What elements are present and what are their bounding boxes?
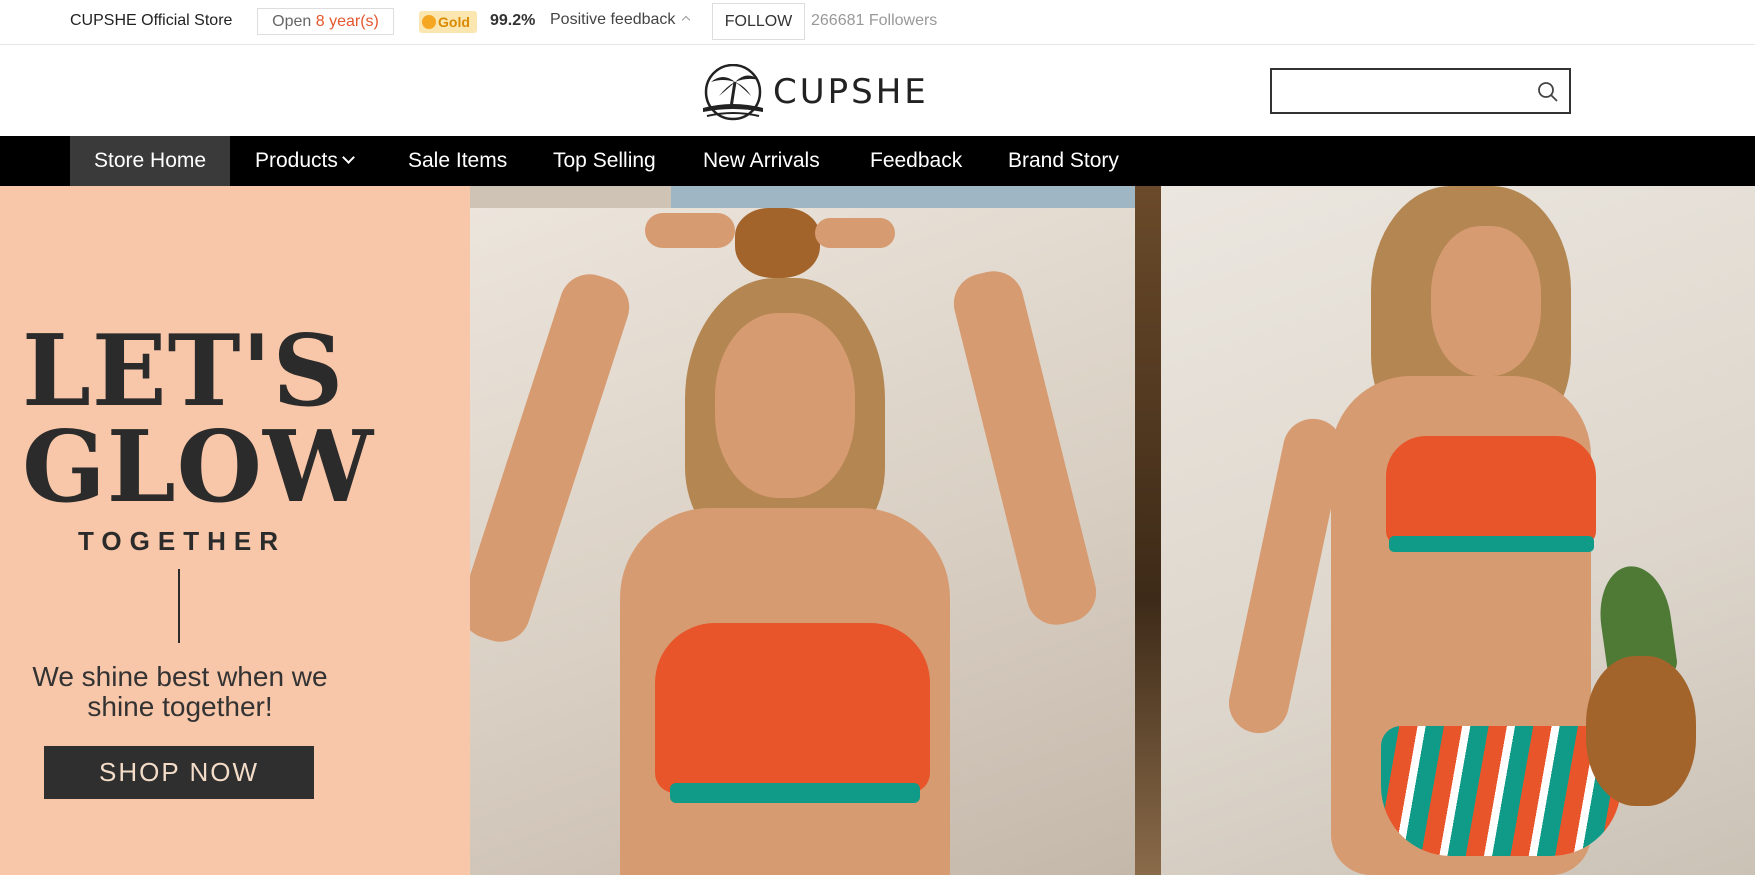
striped-bottom-shape xyxy=(1381,726,1621,856)
search-icon[interactable] xyxy=(1537,81,1559,103)
teal-band-shape xyxy=(1389,536,1594,552)
store-logo[interactable]: CUPSHE xyxy=(697,62,926,122)
pineapple-shape xyxy=(1586,656,1696,806)
banner-text-panel: LET'S GLOW TOGETHER We shine best when w… xyxy=(0,186,470,875)
chevron-down-icon xyxy=(342,151,355,164)
positive-feedback-label: Positive feedback xyxy=(550,11,676,28)
palm-trunk-strip xyxy=(1135,186,1161,875)
nav-label: Store Home xyxy=(94,149,207,172)
face-shape xyxy=(715,313,855,498)
arm-shape xyxy=(470,266,638,650)
nav-label: Brand Story xyxy=(1008,149,1119,172)
gold-label: Gold xyxy=(438,14,470,30)
palm-tree-icon xyxy=(703,64,763,121)
positive-feedback-toggle[interactable]: Positive feedback xyxy=(550,11,691,29)
store-name[interactable]: CUPSHE Official Store xyxy=(70,12,232,30)
store-nav: Store Home Products Sale Items Top Selli… xyxy=(0,136,1755,186)
store-search[interactable] xyxy=(1270,68,1571,114)
orange-top-shape xyxy=(655,623,930,793)
open-label: Open xyxy=(272,13,312,30)
nav-feedback[interactable]: Feedback xyxy=(846,136,986,186)
nav-top-selling[interactable]: Top Selling xyxy=(529,136,680,186)
face-shape xyxy=(1431,226,1541,376)
banner-subhead: TOGETHER xyxy=(78,526,286,556)
banner-tagline: We shine best when we shine together! xyxy=(32,661,328,722)
nav-label: Top Selling xyxy=(553,149,656,172)
teal-band-shape xyxy=(670,783,920,803)
shop-now-button[interactable]: SHOP NOW xyxy=(44,746,314,799)
store-age-badge: Open 8 year(s) xyxy=(257,8,394,35)
nav-new-arrivals[interactable]: New Arrivals xyxy=(679,136,844,186)
open-years: 8 year(s) xyxy=(315,13,379,30)
followers-count: 266681 Followers xyxy=(811,12,938,29)
follow-button[interactable]: FOLLOW xyxy=(712,3,805,40)
headline-line2: GLOW xyxy=(22,410,375,525)
pineapple-shape xyxy=(735,208,820,278)
logo-wordmark: CUPSHE xyxy=(773,72,929,112)
nav-label: Sale Items xyxy=(408,149,508,172)
nav-label: New Arrivals xyxy=(703,149,820,172)
hand-shape xyxy=(815,218,895,248)
nav-label: Feedback xyxy=(870,149,963,172)
nav-label: Products xyxy=(255,149,338,172)
nav-sale-items[interactable]: Sale Items xyxy=(384,136,531,186)
arm-shape xyxy=(1223,413,1349,739)
model-photo-left xyxy=(470,208,1135,875)
orange-top-shape xyxy=(1386,436,1596,546)
nav-products[interactable]: Products xyxy=(231,136,377,186)
arm-shape xyxy=(947,264,1103,632)
chevron-up-icon xyxy=(682,15,691,25)
hero-banner[interactable]: LET'S GLOW TOGETHER We shine best when w… xyxy=(0,186,1755,875)
nav-store-home[interactable]: Store Home xyxy=(70,136,231,186)
hand-shape xyxy=(645,213,735,248)
search-input[interactable] xyxy=(1280,78,1520,104)
gold-badge: Gold xyxy=(419,11,477,33)
banner-divider xyxy=(178,569,180,643)
medal-icon xyxy=(422,15,436,29)
banner-headline: LET'S GLOW xyxy=(22,314,375,525)
nav-brand-story[interactable]: Brand Story xyxy=(984,136,1143,186)
store-info-bar: CUPSHE Official Store Open 8 year(s) Gol… xyxy=(0,0,1755,45)
model-photo-right xyxy=(1161,186,1755,875)
positive-feedback-rating: 99.2% xyxy=(490,12,536,29)
headline-line1: LET'S xyxy=(22,314,345,429)
